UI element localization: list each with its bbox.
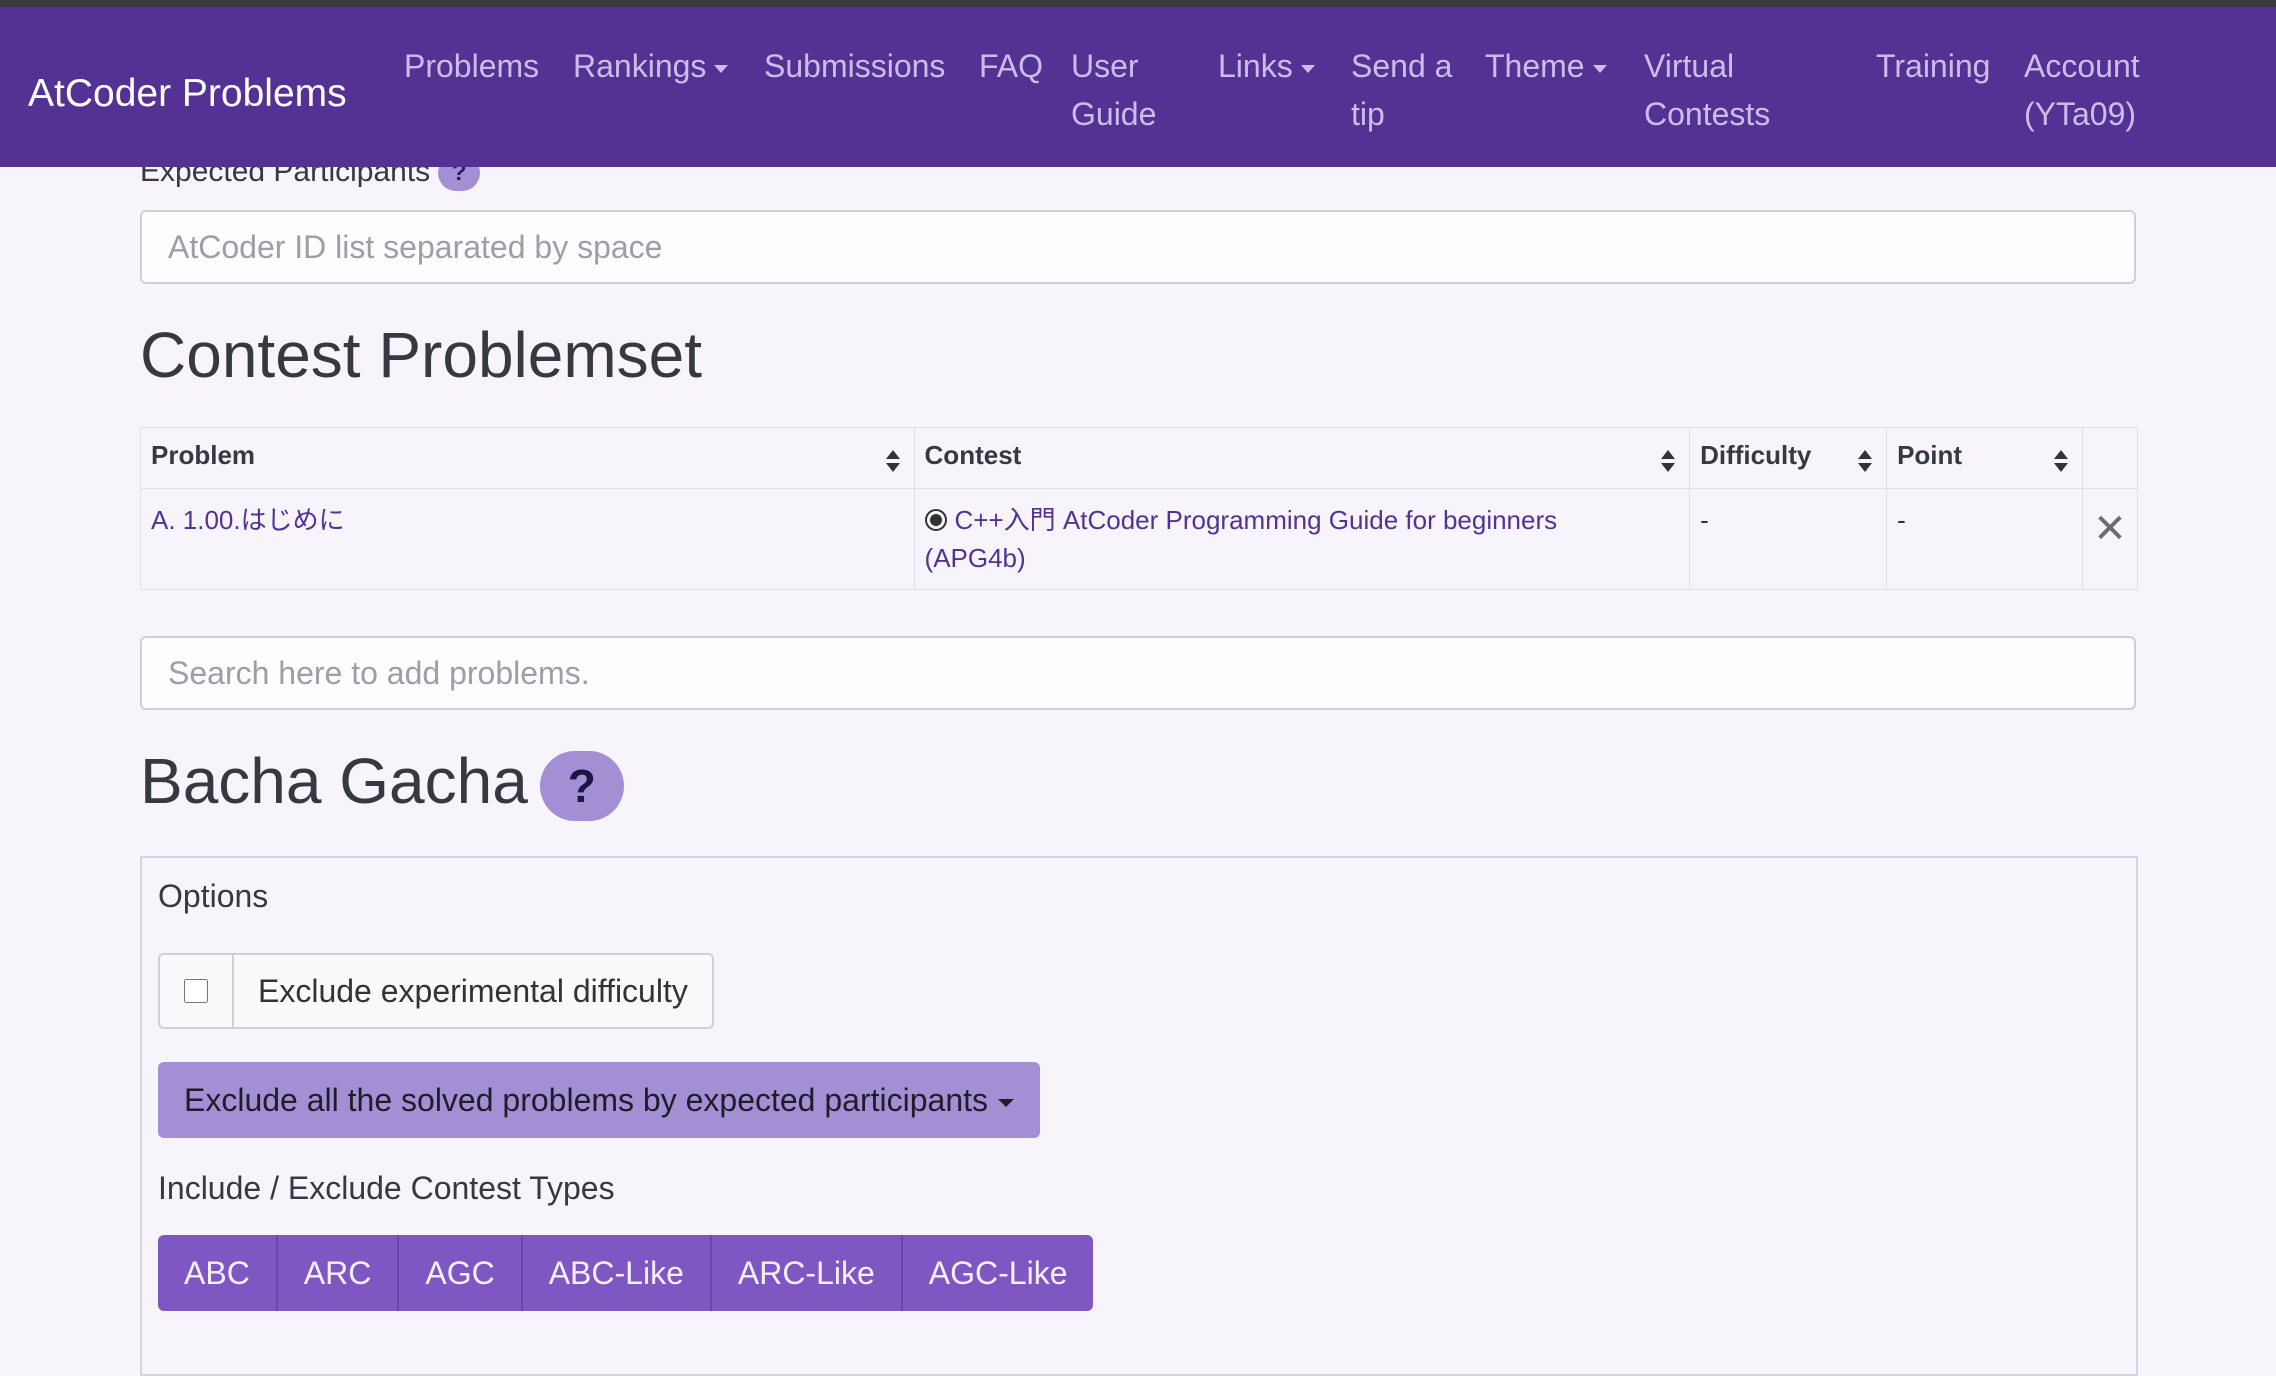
nav-label: User [1071,48,1139,84]
bacha-gacha-title-text: Bacha Gacha [140,745,528,817]
gacha-options-panel: Options Exclude experimental difficulty … [140,856,2138,1376]
contest-type-arc[interactable]: ARC [277,1235,400,1311]
column-header-actions [2081,427,2139,489]
nav-label: Send a [1351,48,1453,84]
column-header-problem[interactable]: Problem [140,427,915,489]
bacha-gacha-title: Bacha Gacha? [140,744,624,822]
nav-item-faq[interactable]: FAQ [979,42,1043,90]
close-icon[interactable]: ✕ [2093,501,2127,557]
contest-types-label: Include / Exclude Contest Types [158,1170,615,1206]
nav-label: Links [1218,48,1293,84]
column-label: Contest [924,440,1022,470]
column-label: Point [1897,440,1963,470]
window-top-border [0,0,2276,7]
checkbox-wrapper [158,953,234,1029]
contest-type-abc[interactable]: ABC [158,1235,278,1311]
brand-link[interactable]: AtCoder Problems [28,69,347,119]
problem-link[interactable]: A. 1.00.はじめに [151,505,345,535]
nav-item-rankings[interactable]: Rankings [573,42,729,90]
nav-item-send-tip[interactable]: Send a tip [1351,42,1452,138]
problemset-table: Problem Contest Difficulty Point A. 1.00… [140,427,2139,590]
nav-item-submissions[interactable]: Submissions [764,42,945,90]
exclude-experimental-label: Exclude experimental difficulty [234,953,714,1029]
expected-participants-input[interactable] [140,210,2136,284]
nav-label: Contests [1644,96,1771,132]
column-header-contest[interactable]: Contest [913,427,1691,489]
sort-icon [2053,450,2068,472]
contest-problemset-title: Contest Problemset [140,319,703,391]
contest-type-agc-like[interactable]: AGC-Like [902,1235,1094,1311]
contest-type-agc[interactable]: AGC [399,1235,523,1311]
add-problem-search-input[interactable] [140,636,2136,710]
chevron-down-icon [714,64,729,73]
column-header-point[interactable]: Point [1886,427,2083,489]
nav-label: tip [1351,96,1385,132]
nav-item-links[interactable]: Links [1218,42,1315,90]
contest-link[interactable]: C++入門 AtCoder Programming Guide for begi… [955,505,1558,535]
chevron-down-icon [1592,64,1607,73]
nav-item-theme[interactable]: Theme [1485,42,1607,90]
sort-icon [1858,450,1873,472]
table-row: A. 1.00.はじめに C++入門 AtCoder Programming G… [140,488,2139,590]
nav-item-problems[interactable]: Problems [404,42,539,90]
nav-item-virtual-contests[interactable]: Virtual Contests [1644,42,1770,138]
chevron-down-icon [998,1098,1014,1107]
nav-item-training[interactable]: Training [1876,42,1990,90]
contest-cell: C++入門 AtCoder Programming Guide for begi… [913,488,1691,590]
problem-cell: A. 1.00.はじめに [140,488,915,590]
sort-icon [885,450,900,472]
nav-label: Account [2024,48,2140,84]
contest-type-arc-like[interactable]: ARC-Like [711,1235,903,1311]
exclude-solved-label: Exclude all the solved problems by expec… [184,1082,988,1118]
difficulty-circle-icon [924,509,947,531]
difficulty-cell: - [1689,488,1888,590]
column-label: Problem [151,440,256,470]
nav-label: (YTa09) [2024,96,2137,132]
contest-link-suffix[interactable]: (APG4b) [925,543,1026,573]
options-label: Options [158,878,269,914]
remove-cell: ✕ [2081,488,2139,590]
point-cell: - [1886,488,2083,590]
point-value: - [1897,505,1906,535]
difficulty-value: - [1700,505,1709,535]
chevron-down-icon [1300,64,1315,73]
exclude-solved-dropdown[interactable]: Exclude all the solved problems by expec… [158,1062,1040,1138]
sort-icon [1661,450,1676,472]
nav-item-account[interactable]: Account (YTa09) [2024,42,2140,138]
nav-label: Theme [1485,48,1585,84]
column-label: Difficulty [1700,440,1812,470]
column-header-difficulty[interactable]: Difficulty [1689,427,1888,489]
contest-type-toggle-group: ABC ARC AGC ABC-Like ARC-Like AGC-Like [158,1235,1094,1311]
exclude-experimental-group: Exclude experimental difficulty [158,953,714,1029]
contest-type-abc-like[interactable]: ABC-Like [522,1235,712,1311]
nav-label: Virtual [1644,48,1735,84]
top-navbar: AtCoder Problems Problems Rankings Submi… [0,7,2276,167]
nav-label: Rankings [573,48,707,84]
help-icon[interactable]: ? [539,751,624,822]
nav-label: Guide [1071,96,1157,132]
exclude-experimental-checkbox[interactable] [184,979,208,1003]
table-header-row: Problem Contest Difficulty Point [140,427,2139,489]
nav-item-user-guide[interactable]: User Guide [1071,42,1156,138]
